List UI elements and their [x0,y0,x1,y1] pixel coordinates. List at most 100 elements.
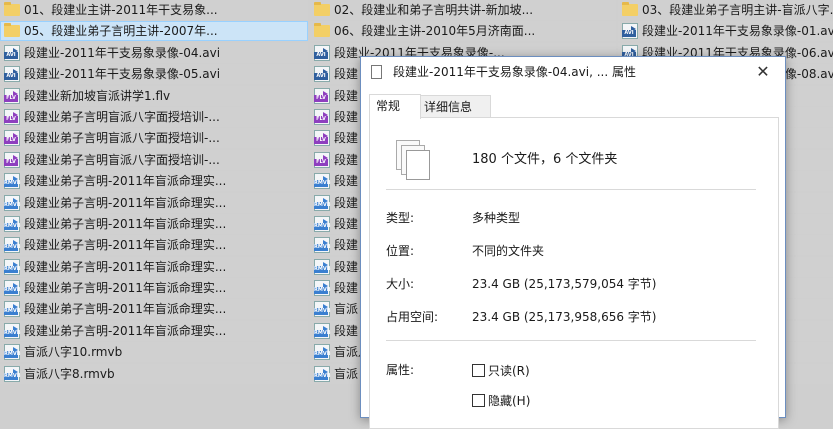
rmvb-file-icon: RMVB [314,173,331,190]
item-name: 段建 [334,259,359,274]
location-value: 不同的文件夹 [472,244,545,258]
file-item[interactable]: AVI 段建业-2011年干支易象录像-01.avi [618,21,833,42]
item-name: 02、段建业和弟子言明共讲-新加坡... [334,3,534,17]
folder-item[interactable]: 03、段建业弟子言明主讲-盲派八字... [618,0,833,20]
file-item[interactable]: RMVB 段建业弟子言明-2011年盲派命理实... [0,171,308,192]
file-item[interactable]: RMVB 段建业弟子言明-2011年盲派命理实... [0,235,308,256]
flv-file-icon: FLV [314,108,330,125]
item-name: 段建 [334,281,359,296]
item-name: 段建业弟子言明盲派八字面授培训-... [24,109,220,124]
folder-item[interactable]: 01、段建业主讲-2011年干支易象... [0,0,308,20]
rmvb-file-icon: RMVB [314,194,331,211]
size-value: 23.4 GB (25,173,579,054 字节) [472,277,657,291]
flv-file-icon: FLV [314,151,330,168]
item-name: 段建 [334,216,359,231]
item-name: 段建 [334,131,359,146]
flv-file-icon: FLV [4,87,20,104]
readonly-label[interactable]: 只读(R) [488,362,530,379]
dialog-title: 段建业-2011年干支易象录像-04.avi, ... 属性 [393,65,636,79]
item-name: 03、段建业弟子言明主讲-盲派八字... [642,3,833,17]
flv-file-icon: FLV [4,151,20,168]
folder-item[interactable]: 06、段建业主讲-2010年5月济南面... [310,21,616,42]
rmvb-file-icon: RMVB [4,258,21,275]
flv-file-icon: FLV [314,130,330,147]
file-item[interactable]: RMVB 段建业弟子言明-2011年盲派命理实... [0,278,308,299]
readonly-checkbox[interactable] [472,364,485,377]
file-item[interactable]: RMVB 盲派八字8.rmvb [0,363,308,384]
rmvb-file-icon: RMVB [4,322,21,339]
file-item[interactable]: FLV 段建业弟子言明盲派八字面授培训-... [0,106,308,127]
rmvb-file-icon: RMVB [4,344,21,361]
attributes-label: 属性: [386,363,415,377]
flv-file-icon: FLV [4,108,20,125]
item-name: 段建 [334,174,359,189]
close-button[interactable]: ✕ [741,57,785,87]
explorer-column-1: 01、段建业主讲-2011年干支易象... 05、段建业弟子言明主讲-2007年.… [0,0,308,385]
item-name: 05、段建业弟子言明主讲-2007年... [24,24,218,39]
item-name: 01、段建业主讲-2011年干支易象... [24,3,218,17]
file-item[interactable]: FLV 段建业新加坡盲派讲学1.flv [0,85,308,106]
rmvb-file-icon: RMVB [4,215,21,232]
item-name: 段建 [334,195,359,210]
item-name: 盲派 [334,366,359,381]
item-name: 段建 [334,238,359,253]
avi-file-icon: AVI [622,23,638,40]
dialog-titlebar[interactable]: 段建业-2011年干支易象录像-04.avi, ... 属性 ✕ [361,57,785,87]
rmvb-file-icon: RMVB [4,365,21,382]
tab-general[interactable]: 常规 [369,94,421,119]
file-item[interactable]: AVI 段建业-2011年干支易象录像-05.avi [0,64,308,85]
item-name: 段建业弟子言明盲派八字面授培训-... [24,131,220,146]
size-on-disk-value: 23.4 GB (25,173,958,656 字节) [472,310,657,324]
avi-file-icon: AVI [4,44,20,61]
avi-file-icon: AVI [4,66,20,83]
type-value: 多种类型 [472,211,521,225]
rmvb-file-icon: RMVB [314,322,331,339]
item-name: 段建业弟子言明盲派八字面授培训-... [24,152,220,167]
location-label: 位置: [386,244,415,258]
item-name: 段建业-2011年干支易象录像-01.avi [642,24,833,39]
multiple-files-icon [396,140,432,180]
tab-details[interactable]: 详细信息 [417,95,491,119]
rmvb-file-icon: RMVB [4,237,21,254]
file-stack-icon [371,63,387,79]
general-panel: 180 个文件，6 个文件夹 类型: 多种类型 位置: 不同的文件夹 大小: 2… [369,117,779,429]
folder-item[interactable]: 05、段建业弟子言明主讲-2007年... [0,21,308,42]
folder-item[interactable]: 02、段建业和弟子言明共讲-新加坡... [310,0,616,20]
size-label: 大小: [386,277,415,291]
rmvb-file-icon: RMVB [314,301,331,318]
file-item[interactable]: AVI 段建业-2011年干支易象录像-04.avi [0,42,308,63]
rmvb-file-icon: RMVB [4,194,21,211]
item-name: 段建业弟子言明-2011年盲派命理实... [24,238,227,253]
divider [386,340,756,341]
folder-icon [314,23,330,38]
file-item[interactable]: FLV 段建业弟子言明盲派八字面授培训-... [0,128,308,149]
rmvb-file-icon: RMVB [314,365,331,382]
file-item[interactable]: RMVB 段建业弟子言明-2011年盲派命理实... [0,320,308,341]
type-label: 类型: [386,211,415,225]
file-item[interactable]: RMVB 段建业弟子言明-2011年盲派命理实... [0,192,308,213]
file-item[interactable]: RMVB 段建业弟子言明-2011年盲派命理实... [0,299,308,320]
hidden-checkbox[interactable] [472,394,485,407]
item-name: 段建业弟子言明-2011年盲派命理实... [24,174,227,189]
hidden-label[interactable]: 隐藏(H) [488,392,530,409]
item-name: 段建业弟子言明-2011年盲派命理实... [24,195,227,210]
item-name: 段建业弟子言明-2011年盲派命理实... [24,259,227,274]
item-name: 段建业弟子言明-2011年盲派命理实... [24,323,227,338]
file-item[interactable]: FLV 段建业弟子言明盲派八字面授培训-... [0,149,308,170]
item-name: 段建业弟子言明-2011年盲派命理实... [24,302,227,317]
item-name: 盲派 [334,302,359,317]
item-name: 段建业-2011年干支易象录像-04.avi [24,45,221,60]
properties-dialog: 段建业-2011年干支易象录像-04.avi, ... 属性 ✕ 常规 详细信息… [360,56,786,429]
file-item[interactable]: RMVB 段建业弟子言明-2011年盲派命理实... [0,213,308,234]
item-name: 06、段建业主讲-2010年5月济南面... [334,24,536,39]
folder-icon [314,2,330,16]
item-name: 段建业弟子言明-2011年盲派命理实... [24,216,227,231]
item-name: 盲派八字10.rmvb [24,345,123,360]
item-name: 段建业弟子言明-2011年盲派命理实... [24,281,227,296]
rmvb-file-icon: RMVB [314,344,331,361]
file-item[interactable]: RMVB 段建业弟子言明-2011年盲派命理实... [0,256,308,277]
rmvb-file-icon: RMVB [4,280,21,297]
item-name: 盲派八字8.rmvb [24,366,115,381]
flv-file-icon: FLV [4,130,20,147]
file-item[interactable]: RMVB 盲派八字10.rmvb [0,342,308,363]
